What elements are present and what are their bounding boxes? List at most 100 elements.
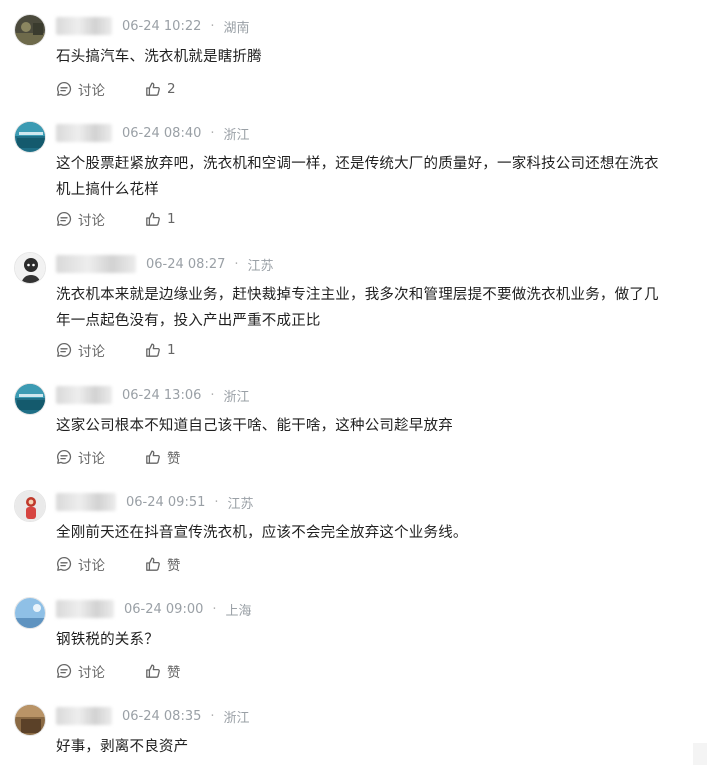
discuss-label: 讨论 — [78, 213, 105, 229]
comment-item: 06-24 08:35 · 浙江 好事，剥离不良资产 — [0, 690, 700, 765]
avatar-image — [15, 15, 45, 45]
comment-meta: 06-24 13:06 · 浙江 — [56, 385, 250, 405]
discuss-bubble-icon — [57, 449, 72, 464]
comment-text: 石头搞汽车、洗衣机就是瞎折腾 — [56, 49, 262, 65]
comment-meta: 06-24 09:51 · 江苏 — [56, 492, 254, 512]
username-blurred[interactable] — [56, 17, 112, 35]
username-blurred[interactable] — [56, 124, 112, 142]
avatar-image — [15, 491, 45, 521]
comment-item: 06-24 10:22 · 湖南 石头搞汽车、洗衣机就是瞎折腾 讨论 2 — [0, 0, 700, 107]
thumbs-up-icon — [146, 212, 160, 226]
comment-time: 06-24 09:51 — [126, 494, 206, 510]
discuss-bubble-icon — [57, 211, 72, 226]
avatar[interactable] — [14, 252, 46, 284]
comment-time: 06-24 09:00 — [124, 601, 204, 617]
avatar[interactable] — [14, 704, 46, 736]
thumbs-up-icon — [146, 557, 160, 571]
comment-item: 06-24 09:51 · 江苏 全刚前天还在抖音宣传洗衣机，应该不会完全放弃这… — [0, 476, 700, 583]
separator-dot: · — [214, 494, 219, 510]
comment-text: 钢铁税的关系？ — [56, 632, 159, 648]
discuss-bubble-icon — [57, 663, 72, 678]
like-button[interactable]: 赞 — [145, 661, 181, 681]
discuss-label: 讨论 — [78, 558, 105, 574]
thumbs-up-icon — [146, 664, 160, 678]
discuss-label: 讨论 — [78, 344, 105, 360]
comment-actions: 讨论 赞 — [56, 447, 221, 467]
username-blurred[interactable] — [56, 493, 116, 511]
separator-dot: · — [210, 125, 215, 141]
like-label: 赞 — [167, 558, 181, 574]
separator-dot: · — [210, 387, 215, 403]
like-count: 1 — [167, 211, 176, 227]
avatar[interactable] — [14, 597, 46, 629]
username-blurred[interactable] — [56, 255, 136, 273]
comment-text: 好事，剥离不良资产 — [56, 739, 189, 755]
comment-text: 全刚前天还在抖音宣传洗衣机，应该不会完全放弃这个业务线。 — [56, 525, 468, 541]
comment-meta: 06-24 10:22 · 湖南 — [56, 16, 250, 36]
separator-dot: · — [210, 18, 215, 34]
discuss-button[interactable]: 讨论 — [56, 209, 105, 229]
comment-time: 06-24 08:27 — [146, 256, 226, 272]
comment-region: 浙江 — [223, 127, 250, 143]
comment-item: 06-24 08:27 · 江苏 洗衣机本来就是边缘业务，赶快裁掉专注主业，我多… — [0, 238, 700, 369]
comment-region: 上海 — [225, 603, 252, 619]
discuss-button[interactable]: 讨论 — [56, 661, 105, 681]
comment-time: 06-24 13:06 — [122, 387, 202, 403]
avatar-image — [15, 253, 45, 283]
comment-item: 06-24 09:00 · 上海 钢铁税的关系？ 讨论 赞 — [0, 583, 700, 690]
avatar-image — [15, 598, 45, 628]
discuss-button[interactable]: 讨论 — [56, 554, 105, 574]
comment-time: 06-24 10:22 — [122, 18, 202, 34]
comment-actions: 讨论 赞 — [56, 661, 221, 681]
avatar[interactable] — [14, 121, 46, 153]
username-blurred[interactable] — [56, 600, 114, 618]
username-blurred[interactable] — [56, 386, 112, 404]
comment-text: 这家公司根本不知道自己该干啥、能干啥，这种公司趁早放弃 — [56, 418, 453, 434]
corner-fragment — [693, 743, 707, 765]
avatar[interactable] — [14, 490, 46, 522]
avatar-image — [15, 122, 45, 152]
comment-meta: 06-24 08:27 · 江苏 — [56, 254, 274, 274]
comment-item: 06-24 13:06 · 浙江 这家公司根本不知道自己该干啥、能干啥，这种公司… — [0, 369, 700, 476]
comment-actions: 讨论 赞 — [56, 554, 221, 574]
comment-time: 06-24 08:40 — [122, 125, 202, 141]
avatar[interactable] — [14, 14, 46, 46]
discuss-bubble-icon — [57, 342, 72, 357]
comment-actions: 讨论 1 — [56, 209, 216, 229]
like-button[interactable]: 赞 — [145, 554, 181, 574]
username-blurred[interactable] — [56, 707, 112, 725]
comment-region: 浙江 — [223, 710, 250, 726]
comment-list: 06-24 10:22 · 湖南 石头搞汽车、洗衣机就是瞎折腾 讨论 2 06-… — [0, 0, 707, 765]
comment-meta: 06-24 08:40 · 浙江 — [56, 123, 250, 143]
like-button[interactable]: 2 — [145, 81, 176, 97]
like-button[interactable]: 赞 — [145, 447, 181, 467]
like-count: 1 — [167, 342, 176, 358]
comment-region: 江苏 — [227, 496, 254, 512]
thumbs-up-icon — [146, 343, 160, 357]
like-button[interactable]: 1 — [145, 211, 176, 227]
comment-text: 这个股票赶紧放弃吧，洗衣机和空调一样，还是传统大厂的质量好，一家科技公司还想在洗… — [56, 156, 659, 198]
comment-region: 江苏 — [247, 258, 274, 274]
discuss-button[interactable]: 讨论 — [56, 447, 105, 467]
discuss-button[interactable]: 讨论 — [56, 340, 105, 360]
comment-region: 湖南 — [223, 20, 250, 36]
comment-text: 洗衣机本来就是边缘业务，赶快裁掉专注主业，我多次和管理层提不要做洗衣机业务，做了… — [56, 287, 659, 329]
thumbs-up-icon — [146, 82, 160, 96]
avatar-image — [15, 384, 45, 414]
discuss-bubble-icon — [57, 556, 72, 571]
separator-dot: · — [234, 256, 239, 272]
avatar[interactable] — [14, 383, 46, 415]
discuss-bubble-icon — [57, 81, 72, 96]
thumbs-up-icon — [146, 450, 160, 464]
separator-dot: · — [212, 601, 217, 617]
separator-dot: · — [210, 708, 215, 724]
discuss-label: 讨论 — [78, 83, 105, 99]
discuss-button[interactable]: 讨论 — [56, 79, 105, 99]
like-count: 2 — [167, 81, 176, 97]
discuss-label: 讨论 — [78, 451, 105, 467]
comment-item: 06-24 08:40 · 浙江 这个股票赶紧放弃吧，洗衣机和空调一样，还是传统… — [0, 107, 700, 238]
comment-actions: 讨论 2 — [56, 79, 216, 99]
like-button[interactable]: 1 — [145, 342, 176, 358]
like-label: 赞 — [167, 451, 181, 467]
comment-time: 06-24 08:35 — [122, 708, 202, 724]
